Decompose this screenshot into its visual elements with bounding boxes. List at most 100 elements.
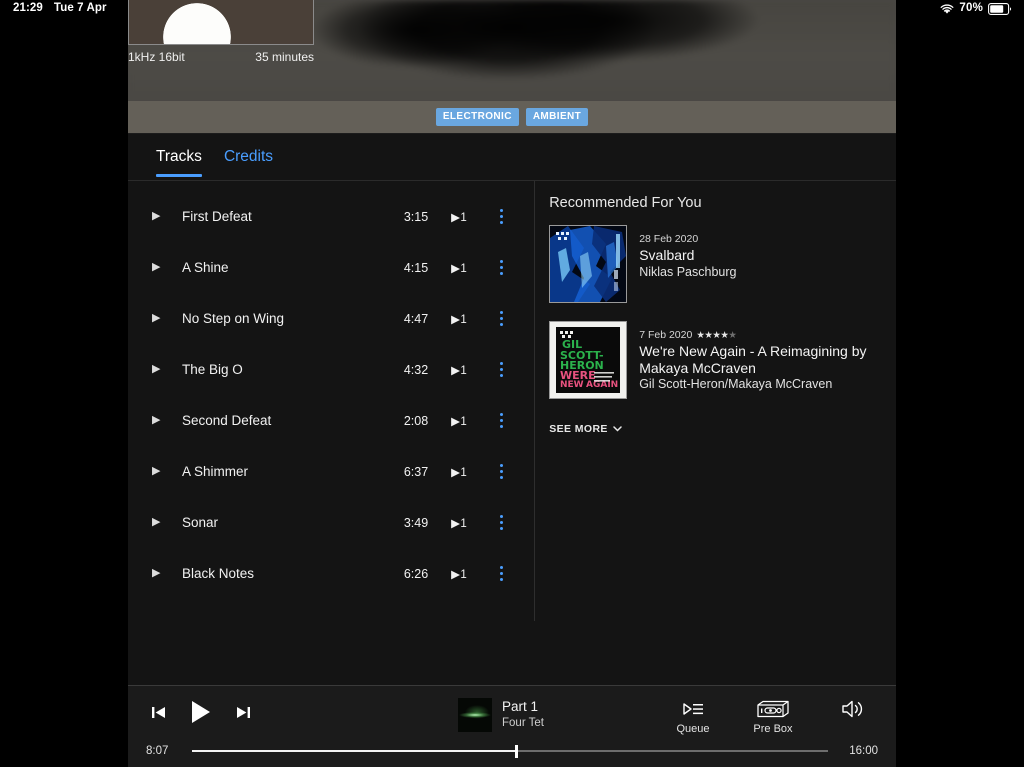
tab-credits[interactable]: Credits	[224, 148, 273, 177]
now-playing-meta: Part 1 Four Tet	[502, 699, 544, 730]
seek-handle[interactable]	[515, 745, 519, 758]
track-overflow-menu-icon[interactable]	[490, 308, 512, 329]
status-bar-left: 21:29 Tue 7 Apr	[13, 2, 107, 14]
track-overflow-menu-icon[interactable]	[490, 461, 512, 482]
album-art-svalbard[interactable]	[549, 225, 628, 303]
screen: 21:29 Tue 7 Apr 70% 1kHz 16bit 35 minute…	[0, 0, 1024, 767]
album-art-were-new-again[interactable]: GIL SCOTT- HERON WERE NEW AGAIN	[549, 321, 628, 399]
track-duration: 6:37	[403, 464, 429, 479]
table-row[interactable]: ▶ Sonar 3:49 ▶1	[128, 497, 534, 548]
list-item[interactable]: 28 Feb 2020 Svalbard Niklas Paschburg	[549, 225, 878, 303]
track-overflow-menu-icon[interactable]	[490, 206, 512, 227]
table-row[interactable]: ▶ A Shine 4:15 ▶1	[128, 242, 534, 293]
track-overflow-menu-icon[interactable]	[490, 512, 512, 533]
transport-controls	[150, 699, 252, 725]
star-rating[interactable]: ★★★★★	[696, 330, 737, 341]
play-icon[interactable]	[189, 699, 213, 725]
play-track-icon[interactable]: ▶	[152, 568, 182, 579]
volume-button[interactable]	[826, 698, 880, 720]
battery-percent: 70%	[959, 2, 983, 14]
now-playing[interactable]: Part 1 Four Tet	[458, 698, 544, 732]
audio-format-label: 1kHz 16bit	[128, 50, 185, 64]
album-cover-art[interactable]	[128, 0, 314, 45]
track-play-count: ▶1	[451, 313, 468, 326]
track-title: A Shimmer	[182, 464, 249, 479]
track-play-count: ▶1	[451, 415, 468, 428]
queue-button[interactable]: Queue	[666, 698, 720, 735]
album-hero-header: 1kHz 16bit 35 minutes	[128, 0, 896, 101]
player-tools: Queue Pre Box	[666, 698, 880, 735]
content-tabs: Tracks Credits	[128, 134, 896, 181]
track-play-count: ▶1	[451, 211, 468, 224]
play-track-icon[interactable]: ▶	[152, 364, 182, 375]
list-item-text: 7 Feb 2020 ★★★★★ We're New Again - A Rei…	[639, 321, 878, 399]
seek-bar[interactable]: 8:07 16:00	[128, 745, 896, 758]
queue-label: Queue	[676, 723, 710, 735]
see-more-button[interactable]: SEE MORE	[549, 423, 878, 435]
release-date: 28 Feb 2020	[639, 233, 699, 245]
svg-text:NEW: NEW	[560, 380, 584, 390]
album-duration-label: 35 minutes	[255, 50, 314, 64]
skip-previous-icon[interactable]	[150, 704, 167, 721]
see-more-label: SEE MORE	[549, 423, 608, 435]
table-row[interactable]: ▶ Black Notes 6:26 ▶1	[128, 548, 534, 599]
genre-tag-ambient[interactable]: AMBIENT	[525, 108, 589, 126]
track-duration: 2:08	[403, 413, 429, 428]
now-playing-artwork[interactable]	[458, 698, 492, 732]
track-title: Sonar	[182, 515, 219, 530]
content-body: ▶ First Defeat 3:15 ▶1 ▶ A Shine 4:15 ▶1 ▶ No Ste…	[128, 181, 896, 621]
track-duration: 3:15	[403, 209, 429, 224]
tab-tracks[interactable]: Tracks	[156, 148, 202, 177]
play-track-icon[interactable]: ▶	[152, 466, 182, 477]
track-duration: 4:32	[403, 362, 429, 377]
battery-icon	[988, 3, 1012, 15]
track-duration: 3:49	[403, 515, 429, 530]
table-row[interactable]: ▶ Second Defeat 2:08 ▶1	[128, 395, 534, 446]
track-overflow-menu-icon[interactable]	[490, 359, 512, 380]
track-play-count: ▶1	[451, 262, 468, 275]
track-title: First Defeat	[182, 209, 252, 224]
table-row[interactable]: ▶ The Big O 4:32 ▶1	[128, 344, 534, 395]
track-overflow-menu-icon[interactable]	[490, 257, 512, 278]
track-play-count: ▶1	[451, 466, 468, 479]
play-track-icon[interactable]: ▶	[152, 415, 182, 426]
skip-next-icon[interactable]	[235, 704, 252, 721]
elapsed-time: 8:07	[146, 745, 169, 757]
play-track-icon[interactable]: ▶	[152, 262, 182, 273]
track-title: No Step on Wing	[182, 311, 285, 326]
volume-icon	[826, 698, 880, 720]
list-item[interactable]: GIL SCOTT- HERON WERE NEW AGAIN 7 Feb 20…	[549, 321, 878, 399]
now-playing-artist: Four Tet	[502, 717, 544, 730]
track-play-count: ▶1	[451, 517, 468, 530]
track-duration: 6:26	[403, 566, 429, 581]
queue-icon	[666, 698, 720, 720]
table-row[interactable]: ▶ A Shimmer 6:37 ▶1	[128, 446, 534, 497]
album-artist[interactable]: Niklas Paschburg	[639, 265, 878, 280]
status-date: Tue 7 Apr	[53, 2, 107, 14]
chevron-down-icon	[613, 424, 622, 433]
status-bar-right: 70%	[940, 2, 1012, 15]
seek-fill	[192, 750, 517, 752]
track-overflow-menu-icon[interactable]	[490, 563, 512, 584]
album-title[interactable]: Svalbard	[639, 247, 878, 264]
roon-app-window: 1kHz 16bit 35 minutes ELECTRONIC AMBIENT…	[128, 0, 896, 767]
play-track-icon[interactable]: ▶	[152, 313, 182, 324]
genre-tag-electronic[interactable]: ELECTRONIC	[435, 108, 519, 126]
remaining-time: 16:00	[849, 745, 878, 757]
table-row[interactable]: ▶ No Step on Wing 4:47 ▶1	[128, 293, 534, 344]
device-button[interactable]: Pre Box	[746, 698, 800, 735]
genre-tag-bar: ELECTRONIC AMBIENT	[128, 101, 896, 134]
track-title: Second Defeat	[182, 413, 272, 428]
play-track-icon[interactable]: ▶	[152, 211, 182, 222]
recommended-heading: Recommended For You	[549, 195, 702, 211]
track-duration: 4:47	[403, 311, 429, 326]
album-artist[interactable]: Gil Scott-Heron/Makaya McCraven	[639, 377, 878, 392]
list-item-text: 28 Feb 2020 Svalbard Niklas Paschburg	[639, 225, 878, 303]
play-track-icon[interactable]: ▶	[152, 517, 182, 528]
seek-track[interactable]	[192, 745, 828, 758]
device-label: Pre Box	[753, 723, 793, 735]
album-title[interactable]: We're New Again - A Reimagining by Makay…	[639, 343, 878, 376]
table-row[interactable]: ▶ First Defeat 3:15 ▶1	[128, 191, 534, 242]
track-overflow-menu-icon[interactable]	[490, 410, 512, 431]
now-playing-title: Part 1	[502, 699, 539, 715]
